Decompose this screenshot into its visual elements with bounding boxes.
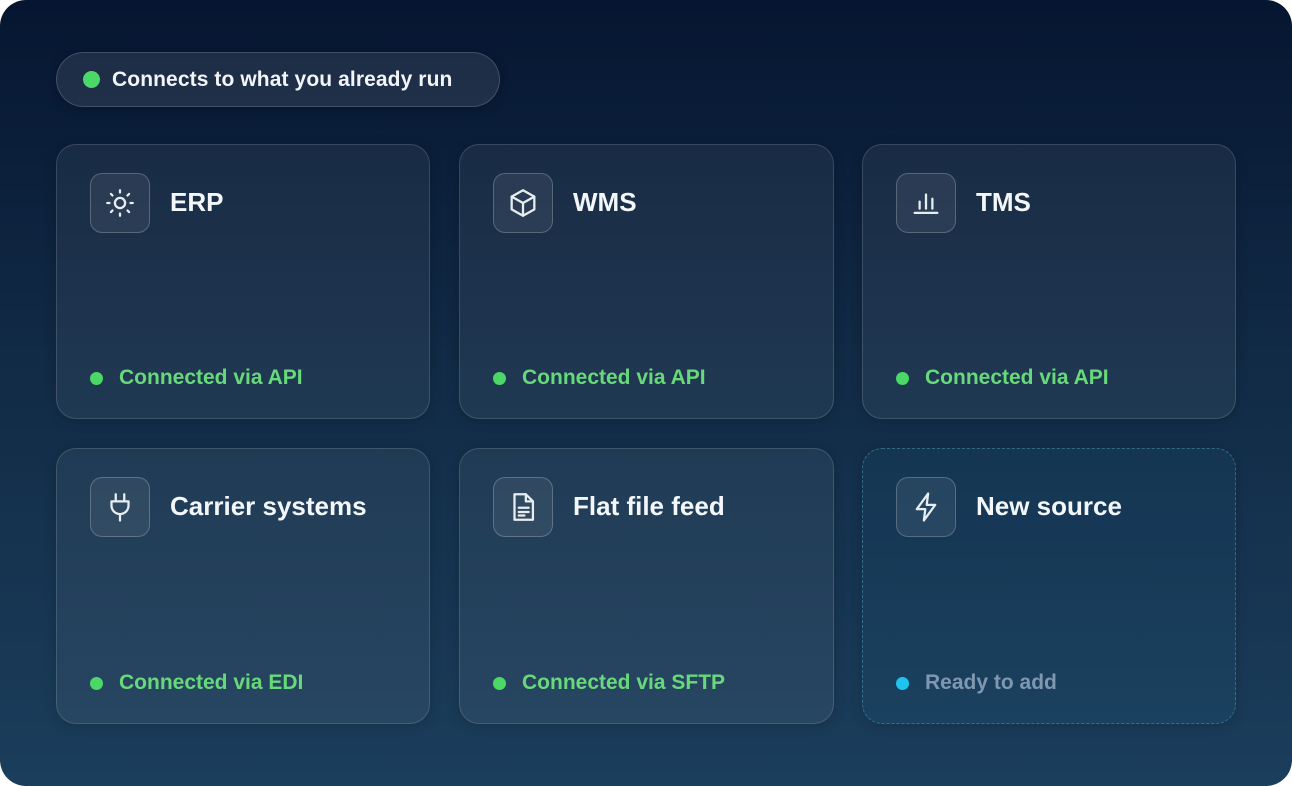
- card-title: Flat file feed: [573, 491, 725, 521]
- connection-status: Ready to add: [896, 671, 1057, 695]
- status-dot: [896, 371, 909, 385]
- status-label: Connected via API: [119, 366, 303, 389]
- integration-card-erp[interactable]: ERP Connected via API: [56, 144, 430, 419]
- status-label: Connected via API: [925, 366, 1109, 389]
- header-badge: Connects to what you already run: [56, 52, 500, 107]
- integration-card-tms[interactable]: TMS Connected via API: [862, 144, 1236, 419]
- card-title: Carrier systems: [170, 491, 367, 521]
- status-dot: [493, 371, 506, 385]
- integration-card-flat-file-feed[interactable]: Flat file feed Connected via SFTP: [459, 448, 834, 724]
- connection-status: Connected via EDI: [90, 671, 303, 695]
- card-title: WMS: [573, 187, 637, 217]
- status-dot: [90, 676, 103, 690]
- status-label: Ready to add: [925, 671, 1057, 694]
- card-title: TMS: [976, 187, 1031, 217]
- sun-icon: [90, 173, 150, 233]
- bar-chart-icon: [896, 173, 956, 233]
- card-title: New source: [976, 491, 1122, 521]
- status-dot: [896, 676, 909, 690]
- add-new-source-card[interactable]: New source Ready to add: [862, 448, 1236, 724]
- header-label: Connects to what you already run: [112, 67, 453, 91]
- connection-status: Connected via API: [90, 366, 303, 390]
- status-dot: [493, 676, 506, 690]
- plug-icon: [90, 477, 150, 537]
- box-icon: [493, 173, 553, 233]
- connection-status: Connected via API: [493, 366, 706, 390]
- integration-card-carrier-systems[interactable]: Carrier systems Connected via EDI: [56, 448, 430, 724]
- status-dot: [90, 371, 103, 385]
- connection-status: Connected via API: [896, 366, 1109, 390]
- lightning-icon: [896, 477, 956, 537]
- status-dot: [83, 71, 100, 88]
- file-text-icon: [493, 477, 553, 537]
- card-title: ERP: [170, 187, 224, 217]
- status-label: Connected via API: [522, 366, 706, 389]
- status-label: Connected via EDI: [119, 671, 304, 694]
- integration-card-wms[interactable]: WMS Connected via API: [459, 144, 834, 419]
- status-label: Connected via SFTP: [522, 671, 726, 694]
- connection-status: Connected via SFTP: [493, 671, 725, 695]
- integrations-panel: Connects to what you already run ERP Con…: [0, 0, 1292, 786]
